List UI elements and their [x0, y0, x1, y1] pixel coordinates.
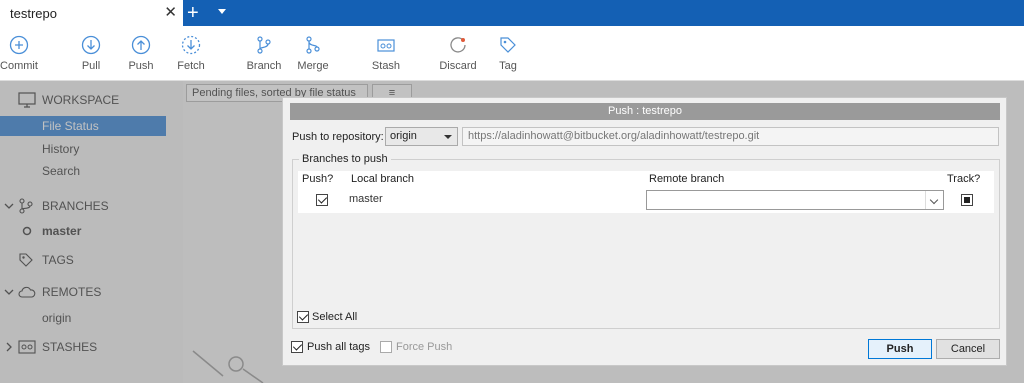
local-branch-name: master: [349, 193, 383, 205]
tag-label: Tag: [499, 60, 517, 72]
remote-branch-value: [647, 194, 651, 206]
select-all-label: Select All: [312, 311, 358, 323]
push-all-tags-checkbox[interactable]: [291, 341, 303, 353]
col-remote-header: Remote branch: [649, 173, 725, 185]
push-dialog: Push : testrepo Push to repository: orig…: [282, 97, 1007, 366]
force-push-checkbox[interactable]: [380, 341, 392, 353]
pull-label: Pull: [81, 60, 101, 72]
col-track-header: Track?: [947, 173, 981, 185]
commit-icon: [9, 35, 29, 55]
push-label: Push: [128, 60, 154, 72]
toolbar: Commit Pull Push Fetch Branch Merge Stas…: [0, 26, 1024, 81]
force-push-label: Force Push: [396, 341, 453, 353]
table-row: master: [298, 189, 994, 211]
title-bar: testrepo ✕ +: [0, 0, 1024, 26]
branch-icon: [257, 36, 271, 54]
pull-icon: [81, 35, 101, 55]
chevron-down-icon: [444, 135, 452, 139]
chevron-down-icon[interactable]: [925, 191, 943, 209]
branch-label: Branch: [246, 60, 282, 72]
select-all-checkbox[interactable]: [297, 311, 309, 323]
discard-icon: [450, 37, 466, 53]
track-checkbox[interactable]: [961, 194, 973, 206]
merge-icon: [306, 36, 320, 54]
fetch-icon: [181, 35, 201, 55]
commit-label: Commit: [0, 60, 38, 72]
push-branch-checkbox[interactable]: [316, 194, 328, 206]
remote-branch-combo[interactable]: [646, 190, 944, 210]
repository-url-field[interactable]: https://aladinhowatt@bitbucket.org/aladi…: [462, 127, 999, 146]
tab-menu-chevron-icon[interactable]: [218, 9, 226, 14]
fetch-button[interactable]: Fetch: [161, 35, 221, 72]
repo-tab[interactable]: testrepo ✕: [0, 0, 183, 26]
stash-button[interactable]: Stash: [356, 35, 416, 72]
branches-group-legend: Branches to push: [299, 153, 391, 165]
branches-table: Push? Local branch Remote branch Track? …: [298, 171, 994, 213]
fetch-label: Fetch: [177, 60, 205, 72]
repository-select[interactable]: origin: [385, 127, 458, 146]
col-push-header: Push?: [302, 173, 334, 185]
tag-button[interactable]: Tag: [478, 35, 538, 72]
merge-label: Merge: [297, 60, 329, 72]
col-local-header: Local branch: [351, 173, 414, 185]
repository-select-value: origin: [390, 130, 417, 142]
new-tab-button[interactable]: +: [187, 1, 199, 25]
tag-icon: [500, 37, 516, 53]
commit-button[interactable]: Commit: [0, 35, 49, 72]
push-icon: [131, 35, 151, 55]
dialog-title: Push : testrepo: [290, 103, 1000, 120]
stash-icon: [377, 39, 395, 52]
push-to-repository-label: Push to repository:: [292, 131, 384, 143]
repo-tab-title: testrepo: [10, 5, 57, 21]
close-tab-icon[interactable]: ✕: [164, 3, 177, 21]
stash-label: Stash: [371, 60, 401, 72]
discard-label: Discard: [439, 60, 477, 72]
cancel-button[interactable]: Cancel: [936, 339, 1000, 359]
push-button[interactable]: Push: [868, 339, 932, 359]
push-all-tags-label: Push all tags: [307, 341, 370, 353]
merge-button[interactable]: Merge: [283, 35, 343, 72]
